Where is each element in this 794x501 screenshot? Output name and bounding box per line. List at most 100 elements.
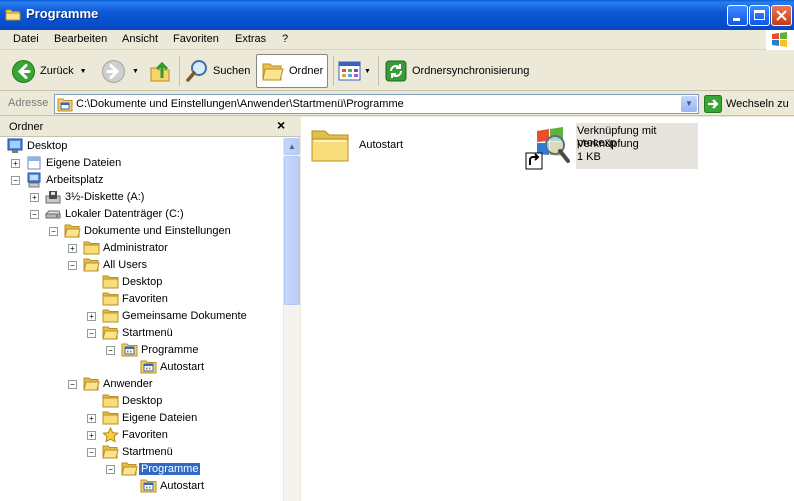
search-button[interactable]: Suchen xyxy=(185,54,250,88)
folder-icon xyxy=(102,308,119,326)
maximize-button[interactable] xyxy=(749,5,770,26)
tree-item-label: Arbeitsplatz xyxy=(46,174,104,186)
address-dropdown-icon[interactable]: ▼ xyxy=(681,96,697,112)
tree-item[interactable]: + Eigene Dateien xyxy=(0,410,282,427)
folder-pane-header: Ordner × xyxy=(0,117,300,137)
folder-open-icon xyxy=(262,63,284,81)
back-arrow-icon xyxy=(12,59,35,83)
expand-icon[interactable]: + xyxy=(30,193,39,202)
close-pane-icon[interactable]: × xyxy=(277,117,285,133)
folder-sync-button[interactable]: Ordnersynchronisierung xyxy=(384,54,529,88)
go-button[interactable]: Wechseln zu xyxy=(704,95,789,113)
folder-icon xyxy=(102,274,119,292)
tree-item-label: Startmenü xyxy=(122,327,173,339)
folder-open-icon xyxy=(102,444,119,462)
views-icon xyxy=(338,61,361,81)
tree-item[interactable]: − Programme xyxy=(0,461,282,478)
tree-item[interactable]: − Arbeitsplatz xyxy=(0,172,282,189)
back-dropdown-icon[interactable]: ▼ xyxy=(80,68,87,75)
tree-item[interactable]: + Favoriten xyxy=(0,426,282,444)
collapse-icon[interactable]: − xyxy=(106,465,115,474)
expand-icon[interactable]: + xyxy=(87,431,96,440)
expand-icon[interactable]: + xyxy=(68,244,77,253)
vertical-scrollbar[interactable]: ▲ xyxy=(283,138,300,501)
minimize-button[interactable] xyxy=(727,5,748,26)
forward-button[interactable]: ▼ xyxy=(101,54,139,88)
search-label: Suchen xyxy=(213,65,251,77)
tree-item-label: Gemeinsame Dokumente xyxy=(122,310,247,322)
folder-open-icon xyxy=(83,257,100,275)
menu-bearbeiten[interactable]: Bearbeiten xyxy=(54,33,107,45)
title-bar[interactable]: Programme xyxy=(0,0,794,30)
scroll-up-icon[interactable]: ▲ xyxy=(284,138,300,155)
tree-item[interactable]: + Eigene Dateien xyxy=(0,155,282,172)
forward-arrow-icon xyxy=(102,59,125,83)
expand-icon[interactable]: + xyxy=(87,312,96,321)
tree-item[interactable]: Desktop xyxy=(0,393,282,410)
tree-item[interactable]: − Startmenü xyxy=(0,444,282,461)
programs-folder-icon xyxy=(57,97,73,115)
collapse-icon[interactable]: − xyxy=(68,261,77,270)
back-button[interactable]: Zurück ▼ xyxy=(11,54,87,88)
tree-item[interactable]: + Gemeinsame Dokumente xyxy=(0,308,282,325)
tree-item[interactable]: Desktop xyxy=(0,138,282,155)
list-item[interactable]: Autostart xyxy=(309,125,509,175)
scrollbar-thumb[interactable] xyxy=(284,156,300,305)
tree-item[interactable]: − Programme xyxy=(0,342,282,359)
programs-folder-icon xyxy=(140,478,157,496)
item-type: Verknüpfung xyxy=(577,138,639,150)
folders-button[interactable]: Ordner xyxy=(256,54,329,88)
window-title: Programme xyxy=(26,6,99,21)
collapse-icon[interactable]: − xyxy=(106,346,115,355)
sync-icon xyxy=(385,60,407,82)
back-label: Zurück xyxy=(40,65,74,77)
tree-item[interactable]: Autostart xyxy=(0,359,282,376)
list-item[interactable]: Verknüpfung mit procexp Verknüpfung 1 KB xyxy=(525,123,701,175)
tree-item[interactable]: − Anwender xyxy=(0,376,282,393)
tree-item[interactable]: − Lokaler Datenträger (C:) xyxy=(0,206,282,223)
expand-icon[interactable]: + xyxy=(87,414,96,423)
close-button[interactable] xyxy=(771,5,792,26)
tree-item-label: Desktop xyxy=(122,276,163,288)
folder-pane-title: Ordner xyxy=(9,121,44,133)
tree-item[interactable]: Desktop xyxy=(0,274,282,291)
folder-icon xyxy=(5,7,21,24)
go-arrow-icon xyxy=(704,95,722,113)
collapse-icon[interactable]: − xyxy=(30,210,39,219)
folder-icon xyxy=(311,130,349,162)
collapse-icon[interactable]: − xyxy=(49,227,58,236)
forward-dropdown-icon[interactable]: ▼ xyxy=(132,68,139,75)
collapse-icon[interactable]: − xyxy=(87,329,96,338)
menu-help[interactable]: ? xyxy=(282,33,288,45)
views-button[interactable]: ▼ xyxy=(338,54,371,88)
search-icon xyxy=(186,60,207,82)
expand-icon[interactable]: + xyxy=(11,159,20,168)
tree-item[interactable]: − All Users xyxy=(0,257,282,274)
tree-item[interactable]: + Administrator xyxy=(0,240,282,257)
tree-item[interactable]: − Dokumente und Einstellungen xyxy=(0,223,282,240)
address-value: C:\Dokumente und Einstellungen\Anwender\… xyxy=(76,98,404,110)
item-size: 1 KB xyxy=(577,151,601,163)
tree-item-label: Dokumente und Einstellungen xyxy=(84,225,231,237)
tree-item[interactable]: − Startmenü xyxy=(0,325,282,342)
folder-icon xyxy=(102,410,119,428)
menu-ansicht[interactable]: Ansicht xyxy=(122,33,158,45)
address-input[interactable]: C:\Dokumente und Einstellungen\Anwender\… xyxy=(54,94,699,114)
menu-datei[interactable]: Datei xyxy=(13,33,39,45)
menu-extras[interactable]: Extras xyxy=(235,33,266,45)
up-button[interactable] xyxy=(148,54,172,88)
tree-item[interactable]: Autostart xyxy=(0,478,282,495)
folder-sync-label: Ordnersynchronisierung xyxy=(412,65,530,77)
tree-item-label: All Users xyxy=(103,259,148,271)
collapse-icon[interactable]: − xyxy=(68,380,77,389)
tree-item[interactable]: Favoriten xyxy=(0,291,282,308)
collapse-icon[interactable]: − xyxy=(11,176,20,185)
go-label: Wechseln zu xyxy=(726,98,789,110)
views-dropdown-icon[interactable]: ▼ xyxy=(364,68,371,75)
tree-item-label: Favoriten xyxy=(122,293,168,305)
tree-item[interactable]: +3½-Diskette (A:) xyxy=(0,189,282,206)
collapse-icon[interactable]: − xyxy=(87,448,96,457)
tree-item-label: Startmenü xyxy=(122,446,173,458)
menu-favoriten[interactable]: Favoriten xyxy=(173,33,219,45)
process-explorer-shortcut-icon xyxy=(525,127,570,170)
